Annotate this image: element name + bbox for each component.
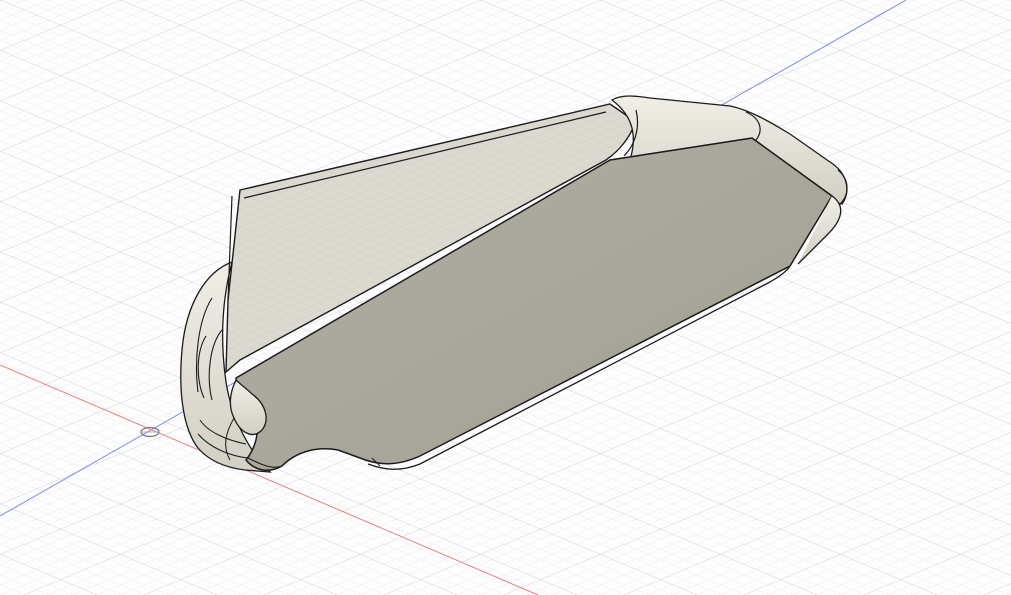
3d-viewport[interactable] (0, 0, 1011, 595)
canvas[interactable] (0, 0, 1011, 595)
